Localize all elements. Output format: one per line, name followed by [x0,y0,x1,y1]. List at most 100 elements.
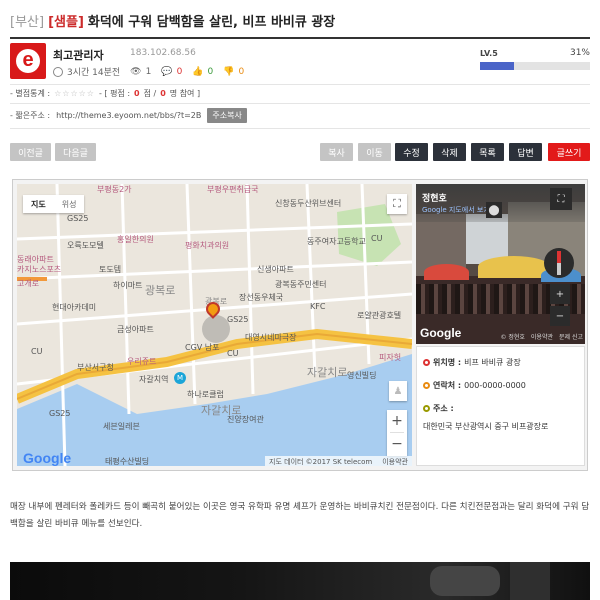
post-time: 3시간 14분전 [67,68,121,78]
map-label: 금성아파트 [117,325,154,334]
map-label: 홍일한의원 [117,235,154,244]
view-count: 1 [145,66,152,77]
post-title-row: [부산] [샘플] 화덕에 구워 담백함을 살린, 비프 바비큐 광장 [10,8,590,32]
address-icon [423,405,430,412]
map-label: GS25 [67,214,89,223]
delete-button[interactable]: 삭제 [433,143,466,161]
copy-address-button[interactable]: 주소복사 [207,107,247,123]
post-region: [부산] [10,14,45,30]
map-label: 광복동주민센터 [275,280,327,289]
map-label: 광복로 [145,284,176,297]
sv-zoom-in-button[interactable]: + [550,284,570,304]
tab-satellite[interactable]: 위성 [54,195,85,213]
write-button[interactable]: 글쓰기 [548,143,590,161]
place-address-value-row: 대한민국 부산광역시 중구 비프광장로 [423,421,548,432]
sv-footer: © 정현호 이용약관 문제 신고 [500,332,583,341]
map-label: 자갈치로 [201,404,242,417]
post-image [10,562,590,600]
map-label: 장선동우체국 [239,293,284,302]
edit-button[interactable]: 수정 [395,143,428,161]
map-label: 피자헛 [379,353,402,362]
dislike-count: 0 [238,66,245,77]
phone-icon [423,382,430,389]
tab-map[interactable]: 지도 [23,195,54,213]
map-label: 우리쥬트 [127,357,157,366]
subway-icon: M [174,372,186,384]
map-label: CGV 남포 [185,343,220,352]
place-address-label: 주소 : [433,404,454,413]
rating-count: 0 [160,89,166,98]
level-percent: 31% [569,48,590,58]
rating-score: 0 [134,89,140,98]
map-label: 자갈치역 [139,375,169,384]
map-label: 부산서구청 [77,363,114,372]
map-label: 부평우편취급국 [207,185,259,194]
sv-credit: © 정현호 [500,334,525,341]
comment-count: 0 [176,66,183,77]
eye-icon: 👁 [130,66,142,77]
location-icon[interactable]: ⬤ [486,202,502,218]
place-name-icon [423,359,430,366]
place-address-value: 대한민국 부산광역시 중구 비프광장로 [423,422,549,431]
map-label: 자갈치로 [307,366,348,379]
place-info-panel: 위치명 : 비프 바비큐 광장 연락처 : 000-0000-0000 주소 :… [416,346,585,466]
map-label: 카지노스포츠 [17,265,62,274]
divider [10,84,590,85]
sv-zoom-out-button[interactable]: − [550,306,570,326]
map-label: CU [227,349,239,358]
google-map[interactable]: 지도 위성 ⛶ 부평동2가 부평우편취급국 신창동두산위브센터 오륙도모텔 홍일… [17,184,412,466]
map-label: 대영시네마극장 [245,333,297,342]
sv-terms-link[interactable]: 이용약관 [531,332,553,341]
place-phone-row: 연락처 : 000-0000-0000 [423,380,526,391]
map-label: 세븐일레븐 [103,422,140,431]
sv-umbrella [478,256,550,278]
map-label: GS25 [227,315,249,324]
short-url[interactable]: http://theme3.eyoom.net/bbs/?t=2B [56,111,201,120]
rating-middle: 점 / [143,89,157,98]
image-blur [430,566,500,596]
map-data-credit: 지도 데이터 ©2017 SK telecom [269,458,373,466]
reply-button[interactable]: 답변 [509,143,542,161]
map-label: 태평수산빌딩 [105,457,150,466]
fullscreen-icon[interactable]: ⛶ [387,194,407,214]
zoom-out-button[interactable]: − [387,433,407,455]
rating-label: - 별점통계 : [10,89,51,98]
map-footer: 지도 데이터 ©2017 SK telecom 이용약관 [265,456,412,466]
short-url-row: - 짧은주소 : http://theme3.eyoom.net/bbs/?t=… [10,107,247,123]
map-section: 지도 위성 ⛶ 부평동2가 부평우편취급국 신창동두산위브센터 오륙도모텔 홍일… [12,179,588,471]
marker-shadow [202,315,230,343]
map-label: 토도템 [99,265,122,274]
next-post-button[interactable]: 다음글 [55,143,96,161]
compass-icon[interactable] [544,248,574,278]
author-name[interactable]: 최고관리자 [53,47,104,63]
zoom-in-button[interactable]: + [387,410,407,432]
pegman-icon[interactable]: ♟ [389,381,407,401]
post-title: 화덕에 구워 담백함을 살린, 비프 바비큐 광장 [87,14,336,30]
move-button[interactable]: 이동 [358,143,391,161]
compass-needle-north [557,251,561,263]
view-in-google-maps-link[interactable]: Google 지도에서 보기 [422,205,490,215]
author-avatar[interactable]: e [10,43,46,79]
google-logo: Google [23,450,71,466]
place-phone-label: 연락처 : [433,381,462,390]
map-label: 영신빌딩 [347,371,377,380]
sv-report-link[interactable]: 문제 신고 [559,332,583,341]
place-name-row: 위치명 : 비프 바비큐 광장 [423,357,521,368]
like-count: 0 [207,66,214,77]
map-label: 하나로클럽 [187,390,224,399]
post-tag: [샘플] [48,14,84,30]
street-view-panel[interactable]: 정현호 Google 지도에서 보기 ⬤ ⛶ + − Google © 정현호 … [416,184,585,344]
compass-needle-south [557,263,561,275]
title-divider [10,37,590,39]
thumbs-down-icon: 👎 [223,66,235,77]
fullscreen-icon[interactable]: ⛶ [550,188,572,210]
star-rating: ☆☆☆☆☆ [54,89,95,98]
map-terms-link[interactable]: 이용약관 [382,457,408,466]
author-box: e 최고관리자 183.102.68.56 3시간 14분전 👁 1 💬 0 👍… [10,43,590,79]
avatar-letter: e [16,49,40,73]
list-button[interactable]: 목록 [471,143,504,161]
copy-button[interactable]: 복사 [320,143,353,161]
prev-post-button[interactable]: 이전글 [10,143,51,161]
place-name-value: 비프 바비큐 광장 [464,358,521,367]
zoom-control: + − [387,410,407,456]
